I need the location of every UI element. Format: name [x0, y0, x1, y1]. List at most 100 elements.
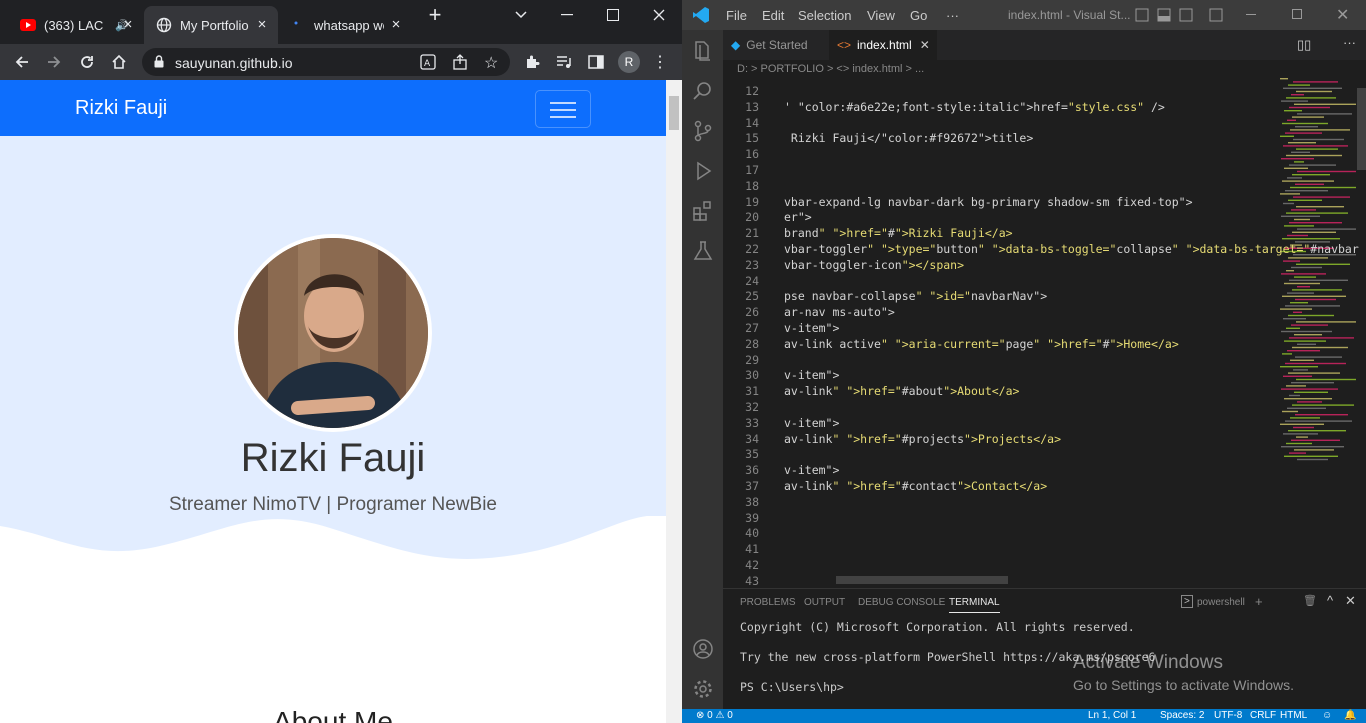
kill-terminal-icon[interactable]: 🗑 [1303, 594, 1317, 607]
layout-toggle-icons[interactable] [1134, 8, 1224, 25]
code-line[interactable]: 41 [723, 542, 1366, 558]
code-line[interactable]: 31 av-link" ">href="#about">About</a> [723, 384, 1366, 400]
menu-view[interactable]: View [867, 8, 895, 23]
panel-tab-debug-console[interactable]: DEBUG CONSOLE [858, 597, 945, 608]
bookmark-star-icon[interactable]: ☆ [484, 53, 498, 73]
feedback-icon[interactable]: ☺ [1322, 710, 1332, 721]
cursor-position[interactable]: Ln 1, Col 1 [1088, 710, 1136, 721]
close-panel-icon[interactable]: ✕ [1345, 593, 1356, 609]
menu-selection[interactable]: Selection [798, 8, 851, 23]
problems-count[interactable]: ⊗ 0 ⚠ 0 [696, 710, 733, 721]
code-line[interactable]: 17 [723, 163, 1366, 179]
code-line[interactable]: 30 v-item"> [723, 368, 1366, 384]
code-line[interactable]: 19 vbar-expand-lg navbar-dark bg-primary … [723, 195, 1366, 211]
maximize-panel-icon[interactable]: ^ [1327, 593, 1333, 608]
code-editor[interactable]: 12 13 ' "color:#a6e22e;font-style:italic">… [723, 78, 1366, 588]
search-icon[interactable] [692, 80, 714, 102]
tab-my-portfolio[interactable]: My Portfolio × [144, 6, 278, 44]
menu-edit[interactable]: Edit [762, 8, 784, 23]
share-icon[interactable] [452, 54, 468, 75]
close-window-button[interactable] [644, 4, 674, 26]
close-tab-icon[interactable]: × [254, 17, 270, 33]
close-tab-icon[interactable]: × [388, 17, 404, 33]
more-actions-icon[interactable]: ··· [1343, 35, 1356, 50]
home-icon[interactable] [107, 50, 131, 74]
minimize-button[interactable] [1246, 14, 1256, 15]
code-line[interactable]: 21 brand" ">href="#">Rizki Fauji</a> [723, 226, 1366, 242]
code-line[interactable]: 39 [723, 511, 1366, 527]
menu-file[interactable]: File [726, 8, 747, 23]
page-scrollbar[interactable] [666, 80, 682, 723]
close-tab-icon[interactable]: ✕ [920, 38, 930, 52]
menu-go[interactable]: Go [910, 8, 927, 23]
tab-whatsapp-search[interactable]: whatsapp we × [278, 6, 412, 44]
new-tab-button[interactable]: + [420, 2, 450, 27]
extensions-icon[interactable] [692, 200, 714, 222]
code-line[interactable]: 26 ar-nav ms-auto"> [723, 305, 1366, 321]
panel-tab-output[interactable]: OUTPUT [804, 597, 845, 608]
code-line[interactable]: 13 ' "color:#a6e22e;font-style:italic">hr… [723, 100, 1366, 116]
code-line[interactable]: 36 v-item"> [723, 463, 1366, 479]
indentation[interactable]: Spaces: 2 [1160, 710, 1204, 721]
media-control-icon[interactable] [552, 50, 576, 74]
new-terminal-icon[interactable]: + [1255, 594, 1263, 609]
code-line[interactable]: 43 [723, 574, 1366, 588]
terminal-prompt[interactable]: PS C:\Users\hp> [740, 680, 844, 694]
menu-more[interactable]: ··· [946, 8, 959, 23]
code-line[interactable]: 28 av-link active" ">aria-current="page" … [723, 337, 1366, 353]
code-line[interactable]: 25 pse navbar-collapse" ">id="navbarNav"> [723, 289, 1366, 305]
close-tab-icon[interactable]: × [120, 17, 136, 33]
code-line[interactable]: 22 vbar-toggler" ">type="button" ">data-b… [723, 242, 1366, 258]
reload-icon[interactable] [75, 50, 99, 74]
source-control-icon[interactable] [692, 120, 714, 142]
code-line[interactable]: 18 [723, 179, 1366, 195]
testing-flask-icon[interactable] [692, 240, 714, 262]
kebab-menu-icon[interactable]: ⋮ [648, 50, 672, 74]
panel-tab-problems[interactable]: PROBLEMS [740, 597, 796, 608]
tab-index-html[interactable]: <> index.html ✕ [829, 30, 937, 60]
encoding[interactable]: UTF-8 [1214, 710, 1242, 721]
code-line[interactable]: 23 vbar-toggler-icon"></span> [723, 258, 1366, 274]
code-line[interactable]: 38 [723, 495, 1366, 511]
side-panel-icon[interactable] [584, 50, 608, 74]
address-bar[interactable]: sauyunan.github.io A ☆ [142, 48, 510, 76]
tab-get-started[interactable]: ◆ Get Started [723, 30, 823, 60]
code-line[interactable]: 32 [723, 400, 1366, 416]
close-window-button[interactable]: ✕ [1336, 5, 1349, 25]
code-line[interactable]: 33 v-item"> [723, 416, 1366, 432]
code-line[interactable]: 34 av-link" ">href="#projects">Projects</… [723, 432, 1366, 448]
maximize-button[interactable] [598, 4, 628, 26]
code-line[interactable]: 15 Rizki Fauji</"color:#f92672">title> [723, 131, 1366, 147]
code-line[interactable]: 27 v-item"> [723, 321, 1366, 337]
notifications-icon[interactable]: 🔔 [1344, 710, 1356, 721]
panel-tab-terminal[interactable]: TERMINAL [949, 597, 1000, 613]
back-icon[interactable] [10, 50, 34, 74]
code-line[interactable]: 40 [723, 526, 1366, 542]
navbar-brand[interactable]: Rizki Fauji [75, 97, 167, 120]
profile-avatar[interactable]: R [618, 51, 640, 73]
code-line[interactable]: 24 [723, 274, 1366, 290]
code-line[interactable]: 20 er"> [723, 210, 1366, 226]
line-ending[interactable]: CRLF [1250, 710, 1276, 721]
scrollbar-thumb[interactable] [669, 96, 679, 130]
breadcrumb[interactable]: D: > PORTFOLIO > <> index.html > ... [723, 60, 1366, 78]
code-line[interactable]: 37 av-link" ">href="#contact">Contact</a> [723, 479, 1366, 495]
run-debug-icon[interactable] [692, 160, 714, 182]
language-mode[interactable]: HTML [1280, 710, 1307, 721]
navbar-toggler-button[interactable] [535, 90, 591, 128]
editor-horizontal-scrollbar[interactable] [836, 576, 1008, 584]
terminal-shell-name[interactable]: powershell [1197, 597, 1245, 608]
tab-search-icon[interactable] [506, 4, 536, 26]
settings-gear-icon[interactable] [692, 678, 714, 700]
tab-youtube[interactable]: (363) LAC 🔊 × [8, 6, 144, 44]
code-line[interactable]: 14 [723, 116, 1366, 132]
code-line[interactable]: 29 [723, 353, 1366, 369]
minimize-button[interactable] [552, 4, 582, 26]
editor-vertical-scrollbar-thumb[interactable] [1357, 88, 1366, 170]
code-line[interactable]: 16 [723, 147, 1366, 163]
account-icon[interactable] [692, 638, 714, 660]
code-line[interactable]: 12 [723, 84, 1366, 100]
split-editor-icon[interactable]: ▯▯ [1297, 37, 1311, 53]
translate-icon[interactable]: A [420, 54, 436, 75]
extensions-icon[interactable] [520, 50, 544, 74]
